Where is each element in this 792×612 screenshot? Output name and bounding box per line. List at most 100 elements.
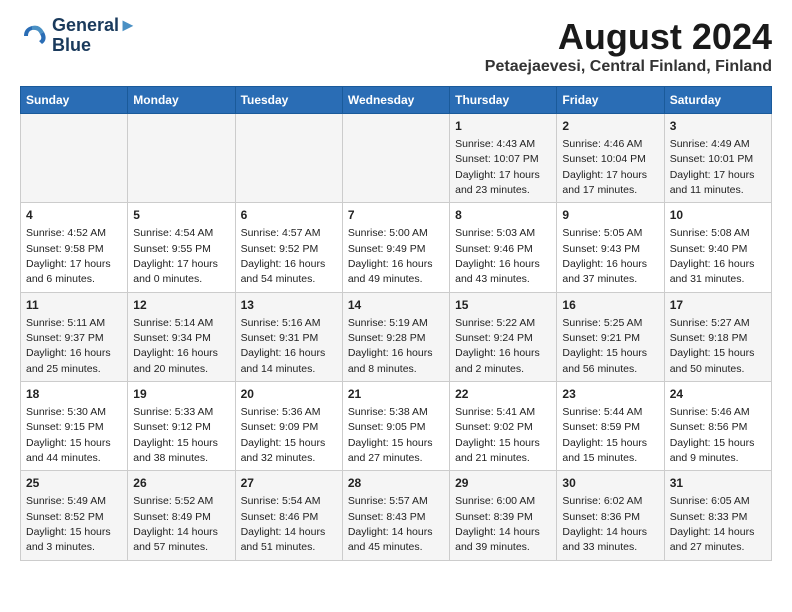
calendar-cell: 28 Sunrise: 5:57 AMSunset: 8:43 PMDayligh… [342,471,449,560]
calendar-cell: 15 Sunrise: 5:22 AMSunset: 9:24 PMDayligh… [450,292,557,381]
calendar-cell: 13Sunrise: 5:16 AMSunset: 9:31 PMDayligh… [235,292,342,381]
day-number: 7 [348,207,444,224]
day-info: Sunrise: 5:33 AMSunset: 9:12 PMDaylight:… [133,406,218,464]
day-number: 11 [26,297,122,314]
calendar-cell: 31 Sunrise: 6:05 AMSunset: 8:33 PMDayligh… [664,471,771,560]
calendar-cell: 23 Sunrise: 5:44 AMSunset: 8:59 PMDayligh… [557,382,664,471]
week-row-3: 11 Sunrise: 5:11 AMSunset: 9:37 PMDayligh… [21,292,772,381]
day-info: Sunrise: 5:03 AMSunset: 9:46 PMDaylight:… [455,227,540,285]
calendar-cell: 17 Sunrise: 5:27 AMSunset: 9:18 PMDayligh… [664,292,771,381]
day-info: Sunrise: 5:05 AMSunset: 9:43 PMDaylight:… [562,227,647,285]
day-info: Sunrise: 5:49 AMSunset: 8:52 PMDaylight:… [26,495,111,553]
day-info: Sunrise: 5:57 AMSunset: 8:43 PMDaylight:… [348,495,433,553]
calendar-cell: 8 Sunrise: 5:03 AMSunset: 9:46 PMDaylight… [450,203,557,292]
header-cell-wednesday: Wednesday [342,87,449,114]
calendar-cell [342,114,449,203]
day-info: Sunrise: 5:11 AMSunset: 9:37 PMDaylight:… [26,317,111,375]
day-number: 18 [26,386,122,403]
day-number: 9 [562,207,658,224]
calendar-cell: 26 Sunrise: 5:52 AMSunset: 8:49 PMDayligh… [128,471,235,560]
day-number: 25 [26,475,122,492]
day-info: Sunrise: 5:08 AMSunset: 9:40 PMDaylight:… [670,227,755,285]
day-info: Sunrise: 5:25 AMSunset: 9:21 PMDaylight:… [562,317,647,375]
logo-icon [20,22,48,50]
day-info: Sunrise: 4:54 AMSunset: 9:55 PMDaylight:… [133,227,218,285]
calendar-cell: 1Sunrise: 4:43 AMSunset: 10:07 PMDayligh… [450,114,557,203]
calendar-cell: 2 Sunrise: 4:46 AMSunset: 10:04 PMDayligh… [557,114,664,203]
day-number: 14 [348,297,444,314]
day-info: Sunrise: 5:41 AMSunset: 9:02 PMDaylight:… [455,406,540,464]
calendar-cell: 4 Sunrise: 4:52 AMSunset: 9:58 PMDaylight… [21,203,128,292]
day-number: 15 [455,297,551,314]
day-number: 24 [670,386,766,403]
day-number: 3 [670,118,766,135]
day-number: 26 [133,475,229,492]
calendar-cell: 20Sunrise: 5:36 AMSunset: 9:09 PMDayligh… [235,382,342,471]
day-info: Sunrise: 5:44 AMSunset: 8:59 PMDaylight:… [562,406,647,464]
logo-text: General► Blue [52,16,137,56]
day-number: 12 [133,297,229,314]
day-info: Sunrise: 6:02 AMSunset: 8:36 PMDaylight:… [562,495,647,553]
calendar-cell: 18Sunrise: 5:30 AMSunset: 9:15 PMDayligh… [21,382,128,471]
main-title: August 2024 [485,16,772,58]
day-info: Sunrise: 6:05 AMSunset: 8:33 PMDaylight:… [670,495,755,553]
day-number: 31 [670,475,766,492]
day-info: Sunrise: 5:54 AMSunset: 8:46 PMDaylight:… [241,495,326,553]
day-number: 28 [348,475,444,492]
day-info: Sunrise: 4:46 AMSunset: 10:04 PMDaylight… [562,138,647,196]
header-cell-thursday: Thursday [450,87,557,114]
subtitle: Petaejaevesi, Central Finland, Finland [485,58,772,76]
week-row-2: 4 Sunrise: 4:52 AMSunset: 9:58 PMDaylight… [21,203,772,292]
calendar-cell: 7Sunrise: 5:00 AMSunset: 9:49 PMDaylight… [342,203,449,292]
calendar-cell: 11 Sunrise: 5:11 AMSunset: 9:37 PMDayligh… [21,292,128,381]
day-number: 8 [455,207,551,224]
calendar-cell: 19 Sunrise: 5:33 AMSunset: 9:12 PMDayligh… [128,382,235,471]
day-info: Sunrise: 5:38 AMSunset: 9:05 PMDaylight:… [348,406,433,464]
day-number: 2 [562,118,658,135]
calendar-table: SundayMondayTuesdayWednesdayThursdayFrid… [20,86,772,561]
calendar-cell: 5Sunrise: 4:54 AMSunset: 9:55 PMDaylight… [128,203,235,292]
calendar-cell [21,114,128,203]
calendar-cell: 16 Sunrise: 5:25 AMSunset: 9:21 PMDayligh… [557,292,664,381]
day-info: Sunrise: 5:52 AMSunset: 8:49 PMDaylight:… [133,495,218,553]
logo: General► Blue [20,16,137,56]
day-number: 22 [455,386,551,403]
calendar-cell [235,114,342,203]
day-info: Sunrise: 4:57 AMSunset: 9:52 PMDaylight:… [241,227,326,285]
title-block: August 2024 Petaejaevesi, Central Finlan… [485,16,772,76]
day-info: Sunrise: 5:27 AMSunset: 9:18 PMDaylight:… [670,317,755,375]
calendar-cell: 10Sunrise: 5:08 AMSunset: 9:40 PMDayligh… [664,203,771,292]
day-info: Sunrise: 4:49 AMSunset: 10:01 PMDaylight… [670,138,755,196]
calendar-cell: 25 Sunrise: 5:49 AMSunset: 8:52 PMDayligh… [21,471,128,560]
calendar-cell [128,114,235,203]
day-number: 1 [455,118,551,135]
day-number: 4 [26,207,122,224]
calendar-cell: 30Sunrise: 6:02 AMSunset: 8:36 PMDayligh… [557,471,664,560]
calendar-cell: 14 Sunrise: 5:19 AMSunset: 9:28 PMDayligh… [342,292,449,381]
day-number: 16 [562,297,658,314]
day-number: 6 [241,207,337,224]
calendar-cell: 6 Sunrise: 4:57 AMSunset: 9:52 PMDaylight… [235,203,342,292]
day-info: Sunrise: 5:46 AMSunset: 8:56 PMDaylight:… [670,406,755,464]
day-number: 23 [562,386,658,403]
day-info: Sunrise: 5:19 AMSunset: 9:28 PMDaylight:… [348,317,433,375]
day-info: Sunrise: 5:16 AMSunset: 9:31 PMDaylight:… [241,317,326,375]
week-row-5: 25 Sunrise: 5:49 AMSunset: 8:52 PMDayligh… [21,471,772,560]
day-number: 21 [348,386,444,403]
week-row-1: 1Sunrise: 4:43 AMSunset: 10:07 PMDayligh… [21,114,772,203]
calendar-cell: 9 Sunrise: 5:05 AMSunset: 9:43 PMDaylight… [557,203,664,292]
day-number: 20 [241,386,337,403]
calendar-cell: 3 Sunrise: 4:49 AMSunset: 10:01 PMDayligh… [664,114,771,203]
day-info: Sunrise: 5:14 AMSunset: 9:34 PMDaylight:… [133,317,218,375]
day-number: 29 [455,475,551,492]
day-info: Sunrise: 5:22 AMSunset: 9:24 PMDaylight:… [455,317,540,375]
calendar-cell: 27Sunrise: 5:54 AMSunset: 8:46 PMDayligh… [235,471,342,560]
day-number: 17 [670,297,766,314]
header-cell-sunday: Sunday [21,87,128,114]
calendar-cell: 12 Sunrise: 5:14 AMSunset: 9:34 PMDayligh… [128,292,235,381]
day-number: 19 [133,386,229,403]
header-cell-saturday: Saturday [664,87,771,114]
header-cell-friday: Friday [557,87,664,114]
header-cell-monday: Monday [128,87,235,114]
day-info: Sunrise: 4:52 AMSunset: 9:58 PMDaylight:… [26,227,111,285]
